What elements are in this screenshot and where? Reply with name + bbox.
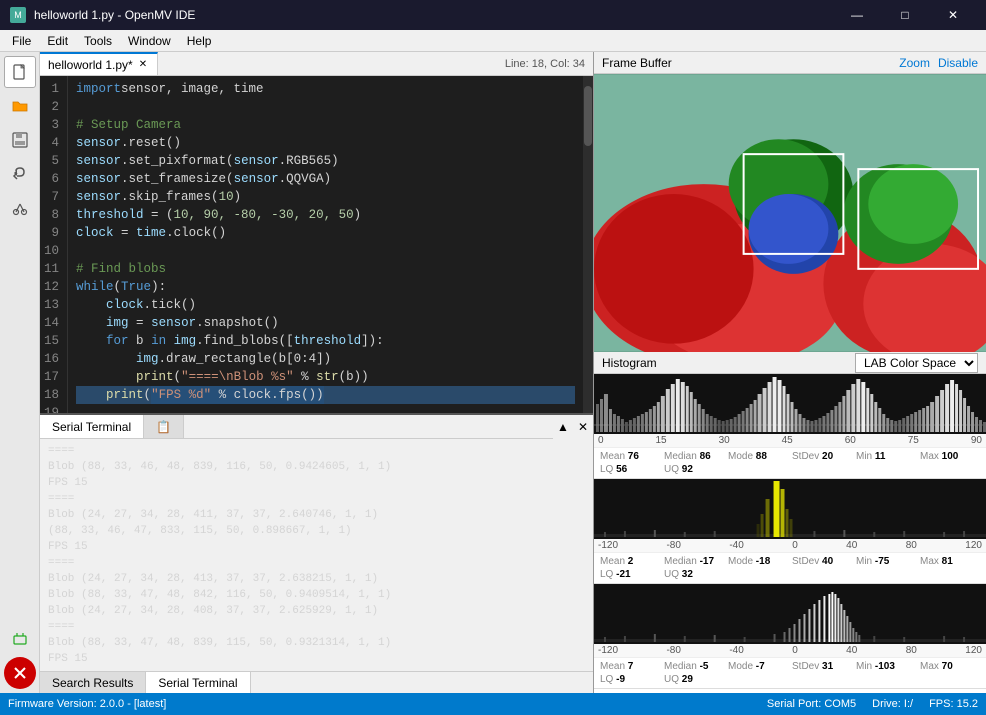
menu-tools[interactable]: Tools	[76, 32, 120, 50]
status-left: Firmware Version: 2.0.0 - [latest]	[8, 698, 166, 710]
frame-buffer: Frame Buffer Zoom Disable	[594, 52, 986, 352]
serial-line: FPS 15	[48, 539, 585, 555]
disable-label[interactable]: Disable	[938, 56, 978, 70]
left-btn-save[interactable]	[4, 124, 36, 156]
title-bar: M helloworld 1.py - OpenMV IDE — □ ✕	[0, 0, 986, 30]
serial-line: Blob (24, 27, 34, 28, 413, 37, 37, 2.638…	[48, 571, 585, 587]
serial-line: ====	[48, 443, 585, 459]
frame-buffer-title: Frame Buffer	[602, 56, 672, 70]
serial-line: FPS 15	[48, 651, 585, 667]
hist-section-l: 0 15 30 45 60 75 90 Mean 76 Median 86 Mo…	[594, 374, 986, 479]
histogram-content: 0 15 30 45 60 75 90 Mean 76 Median 86 Mo…	[594, 374, 986, 693]
app-icon: M	[10, 7, 26, 23]
histogram-panel: Histogram LAB Color Space	[594, 352, 986, 693]
hist-stats-b: Mean 7 Median -5 Mode -7 StDev 31 Min -1…	[594, 658, 986, 688]
histogram-title: Histogram	[602, 356, 657, 370]
save-icon	[11, 131, 29, 149]
status-bar: Firmware Version: 2.0.0 - [latest] Seria…	[0, 693, 986, 715]
editor-scrollbar[interactable]	[583, 76, 593, 413]
bottom-panel: Serial Terminal 📋 ▲ ✕ ==== Blob (88, 33,…	[40, 413, 593, 693]
frame-buffer-canvas	[594, 74, 986, 352]
color-space-dropdown[interactable]: LAB Color Space	[855, 353, 978, 373]
left-btn-stop[interactable]	[4, 657, 36, 689]
window-title: helloworld 1.py - OpenMV IDE	[34, 8, 195, 22]
hist-axis-b: -120 -80 -40 0 40 80 120	[594, 644, 986, 658]
bottom-tabs: Search Results Serial Terminal	[40, 671, 593, 693]
serial-line: Blob (88, 33, 47, 48, 842, 116, 50, 0.94…	[48, 587, 585, 603]
tab-helloworld[interactable]: helloworld 1.py* ✕	[40, 52, 158, 75]
line-numbers: 12345 678910 1112131415 16171819	[40, 76, 68, 413]
serial-line: Blob (24, 27, 34, 28, 411, 37, 37, 2.640…	[48, 507, 585, 523]
tab-copy[interactable]: 📋	[144, 415, 184, 438]
frame-buffer-image	[594, 74, 986, 352]
fps-status: FPS: 15.2	[929, 698, 978, 710]
menu-help[interactable]: Help	[179, 32, 220, 50]
hist-stats-l: Mean 76 Median 86 Mode 88 StDev 20 Min 1…	[594, 448, 986, 478]
tab-position-info: Line: 18, Col: 34	[497, 52, 593, 75]
serial-line: ====	[48, 619, 585, 635]
serial-line: (88, 33, 46, 47, 833, 115, 50, 0.898667,…	[48, 523, 585, 539]
hist-chart-svg-l	[594, 374, 986, 434]
hist-section-a: -120 -80 -40 0 40 80 120 Mean 2 Median -…	[594, 479, 986, 584]
close-button[interactable]: ✕	[930, 0, 976, 30]
serial-tab-bar: Serial Terminal 📋 ▲ ✕	[40, 415, 593, 439]
maximize-button[interactable]: □	[882, 0, 928, 30]
menu-window[interactable]: Window	[120, 32, 179, 50]
editor-wrapper: helloworld 1.py* ✕ Line: 18, Col: 34 123…	[40, 52, 593, 693]
left-btn-undo[interactable]	[4, 158, 36, 190]
left-btn-connect[interactable]	[4, 623, 36, 655]
left-btn-open[interactable]	[4, 90, 36, 122]
minimize-button[interactable]: —	[834, 0, 880, 30]
zoom-label[interactable]: Zoom	[899, 56, 930, 70]
tab-serial-terminal[interactable]: Serial Terminal	[40, 415, 144, 438]
hist-axis-a: -120 -80 -40 0 40 80 120	[594, 539, 986, 553]
left-toolbar	[0, 52, 40, 693]
undo-icon	[11, 165, 29, 183]
left-btn-new[interactable]	[4, 56, 36, 88]
scissors-icon	[11, 199, 29, 217]
menu-edit[interactable]: Edit	[39, 32, 76, 50]
serial-port-status: Serial Port: COM5	[767, 698, 856, 710]
menu-file[interactable]: File	[4, 32, 39, 50]
drive-status: Drive: I:/	[872, 698, 913, 710]
hist-chart-a	[594, 479, 986, 539]
frame-buffer-header: Frame Buffer Zoom Disable	[594, 52, 986, 74]
panel-close-btn[interactable]: ✕	[573, 415, 593, 439]
serial-line: Blob (88, 33, 46, 48, 839, 116, 50, 0.94…	[48, 459, 585, 475]
left-btn-cut[interactable]	[4, 192, 36, 224]
file-icon	[11, 63, 29, 81]
hist-section-b: -120 -80 -40 0 40 80 120 Mean 7 Median -…	[594, 584, 986, 689]
serial-output[interactable]: ==== Blob (88, 33, 46, 48, 839, 116, 50,…	[40, 439, 593, 671]
code-editor[interactable]: 12345 678910 1112131415 16171819 import …	[40, 76, 593, 413]
hist-chart-b	[594, 584, 986, 644]
serial-line: ====	[48, 491, 585, 507]
tab-search-results[interactable]: Search Results	[40, 672, 146, 693]
hist-chart-svg-b	[594, 584, 986, 644]
panel-collapse-btn[interactable]: ▲	[553, 415, 573, 439]
firmware-version: Firmware Version: 2.0.0 - [latest]	[8, 698, 166, 710]
connect-icon	[11, 630, 29, 648]
hist-chart-svg-a	[594, 479, 986, 539]
tab-label: helloworld 1.py*	[48, 58, 133, 72]
status-right: Serial Port: COM5 Drive: I:/ FPS: 15.2	[767, 698, 978, 710]
serial-line: Blob (24, 27, 34, 28, 408, 37, 37, 2.625…	[48, 603, 585, 619]
histogram-header: Histogram LAB Color Space	[594, 352, 986, 374]
tab-bar: helloworld 1.py* ✕ Line: 18, Col: 34	[40, 52, 593, 76]
serial-line: ====	[48, 555, 585, 571]
folder-icon	[11, 97, 29, 115]
serial-line: FPS 15	[48, 475, 585, 491]
hist-stats-a: Mean 2 Median -17 Mode -18 StDev 40 Min …	[594, 553, 986, 583]
right-panel: Frame Buffer Zoom Disable	[593, 52, 986, 693]
code-content[interactable]: import sensor, image, time # Setup Camer…	[68, 76, 583, 413]
hist-chart-l	[594, 374, 986, 434]
hist-axis-l: 0 15 30 45 60 75 90	[594, 434, 986, 448]
tab-close-btn[interactable]: ✕	[137, 59, 149, 70]
serial-line: Blob (88, 33, 47, 48, 839, 115, 50, 0.93…	[48, 635, 585, 651]
tab-serial-term[interactable]: Serial Terminal	[146, 672, 250, 693]
stop-icon	[13, 666, 27, 680]
menu-bar: File Edit Tools Window Help	[0, 30, 986, 52]
window-controls: — □ ✕	[834, 0, 976, 30]
